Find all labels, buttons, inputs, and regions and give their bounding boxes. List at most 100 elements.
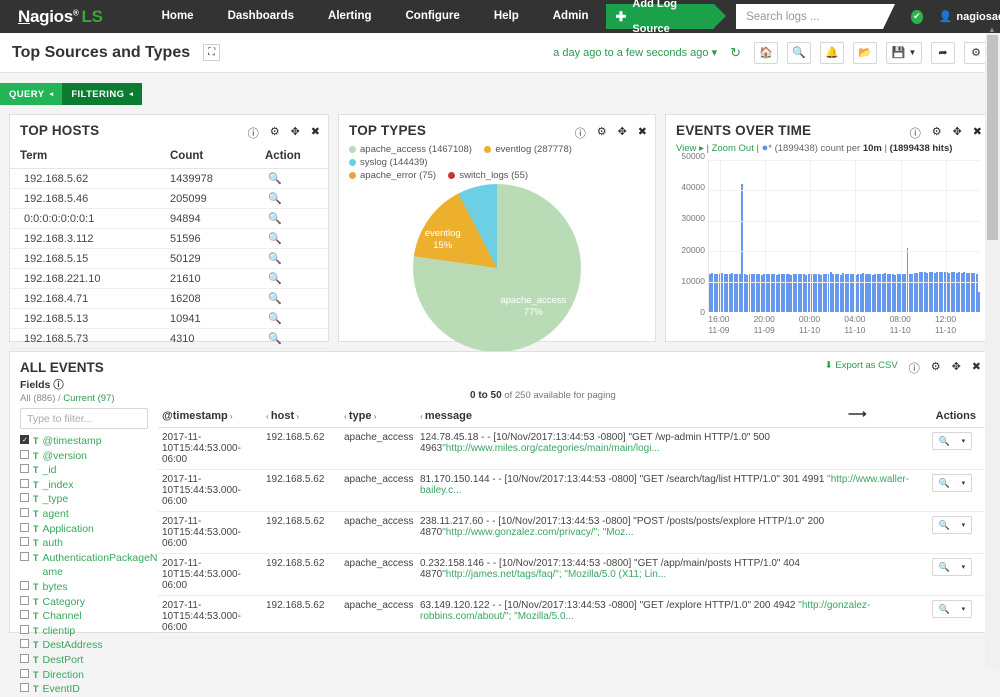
field-list-item[interactable]: Tauth bbox=[20, 536, 158, 551]
check-circle-icon[interactable]: ✔ bbox=[911, 10, 923, 24]
table-row[interactable]: 192.168.5.46205099🔍 bbox=[10, 189, 328, 209]
column-message[interactable]: ‹ message bbox=[416, 408, 916, 428]
gear-icon[interactable]: ⚙ bbox=[931, 360, 941, 373]
nav-item-help[interactable]: Help bbox=[477, 0, 536, 33]
field-list-item[interactable]: TCategory bbox=[20, 595, 158, 610]
field-list-item[interactable]: T_type bbox=[20, 492, 158, 507]
table-row[interactable]: 192.168.5.1550129🔍 bbox=[10, 249, 328, 269]
search-logs-input[interactable]: Search logs ... bbox=[736, 4, 883, 29]
field-list-item[interactable]: TDestPort bbox=[20, 653, 158, 668]
field-list-item[interactable]: TDestAddress bbox=[20, 638, 158, 653]
all-fields-count[interactable]: All (886) bbox=[20, 393, 55, 404]
event-action-button[interactable]: 🔍▾ bbox=[932, 516, 972, 534]
top-types-pie-chart[interactable]: apache_access77% eventlog15% bbox=[413, 184, 581, 352]
move-icon[interactable]: ✥ bbox=[953, 125, 962, 141]
field-list-item[interactable]: T@timestamp bbox=[20, 434, 158, 449]
field-list-item[interactable]: TEventID bbox=[20, 682, 158, 697]
move-icon[interactable]: ✥ bbox=[618, 125, 627, 141]
field-list-item[interactable]: Tclientip bbox=[20, 624, 158, 639]
info-icon[interactable]: ⓘ bbox=[53, 379, 64, 391]
table-row[interactable]: 192.168.5.1310941🔍 bbox=[10, 309, 328, 329]
time-range-selector[interactable]: a day ago to a few seconds ago ▾ bbox=[553, 46, 717, 59]
share-button[interactable]: ➦ bbox=[931, 42, 955, 64]
field-checkbox[interactable] bbox=[20, 523, 29, 532]
field-checkbox[interactable] bbox=[20, 537, 29, 546]
search-icon[interactable]: 🔍 bbox=[255, 189, 328, 209]
legend-item[interactable]: apache_error (75) bbox=[349, 169, 436, 182]
query-tab[interactable]: QUERY ◂ bbox=[0, 83, 62, 105]
field-checkbox[interactable] bbox=[20, 610, 29, 619]
field-checkbox[interactable] bbox=[20, 669, 29, 678]
scrollbar-thumb[interactable] bbox=[987, 35, 998, 240]
field-list-item[interactable]: T_id bbox=[20, 463, 158, 478]
gear-icon[interactable]: ⚙ bbox=[932, 125, 942, 141]
field-checkbox[interactable] bbox=[20, 683, 29, 692]
search-icon[interactable]: 🔍 bbox=[255, 309, 328, 329]
column-type[interactable]: ‹ type › bbox=[340, 408, 416, 428]
chevron-down-icon[interactable]: ▾ bbox=[962, 605, 966, 613]
chevron-down-icon[interactable]: ▾ bbox=[962, 437, 966, 445]
chevron-down-icon[interactable]: ▾ bbox=[962, 479, 966, 487]
close-icon[interactable]: ✖ bbox=[311, 125, 320, 141]
gear-icon[interactable]: ⚙ bbox=[597, 125, 607, 141]
nav-item-dashboards[interactable]: Dashboards bbox=[211, 0, 311, 33]
alerts-button[interactable]: 🔔 bbox=[820, 42, 844, 64]
search-icon[interactable]: 🔍 bbox=[255, 329, 328, 349]
scroll-up-icon[interactable]: ▲ bbox=[988, 25, 996, 34]
field-checkbox[interactable] bbox=[20, 435, 29, 444]
field-checkbox[interactable] bbox=[20, 625, 29, 634]
close-icon[interactable]: ✖ bbox=[972, 360, 981, 373]
info-icon[interactable]: ⓘ bbox=[909, 360, 920, 376]
save-dashboard-button[interactable]: 💾▼ bbox=[886, 42, 922, 64]
close-icon[interactable]: ✖ bbox=[973, 125, 982, 141]
field-list-item[interactable]: T_index bbox=[20, 478, 158, 493]
legend-item[interactable]: syslog (144439) bbox=[349, 156, 428, 169]
refresh-icon[interactable]: ↻ bbox=[730, 45, 741, 61]
table-row[interactable]: 192.168.221.1021610🔍 bbox=[10, 269, 328, 289]
table-row[interactable]: 2017-11-10T15:44:53.000-06:00192.168.5.6… bbox=[158, 512, 990, 554]
event-action-button[interactable]: 🔍▾ bbox=[932, 474, 972, 492]
field-filter-input[interactable]: Type to filter... bbox=[20, 408, 148, 429]
events-over-time-chart[interactable]: 01000020000300004000050000 16:0011-0920:… bbox=[672, 156, 984, 336]
close-icon[interactable]: ✖ bbox=[638, 125, 647, 141]
nav-item-configure[interactable]: Configure bbox=[389, 0, 477, 33]
open-dashboard-button[interactable]: 📂 bbox=[853, 42, 877, 64]
field-list-item[interactable]: TApplication bbox=[20, 522, 158, 537]
event-action-button[interactable]: 🔍▾ bbox=[932, 432, 972, 450]
legend-item[interactable]: eventlog (287778) bbox=[484, 143, 572, 156]
table-row[interactable]: 2017-11-10T15:44:53.000-06:00192.168.5.6… bbox=[158, 554, 990, 596]
search-button[interactable]: 🔍 bbox=[787, 42, 811, 64]
filtering-tab[interactable]: FILTERING ◂ bbox=[62, 83, 142, 105]
field-checkbox[interactable] bbox=[20, 581, 29, 590]
table-row[interactable]: 2017-11-10T15:44:53.000-06:00192.168.5.6… bbox=[158, 428, 990, 470]
field-list-item[interactable]: TDirection bbox=[20, 668, 158, 683]
nav-item-admin[interactable]: Admin bbox=[536, 0, 606, 33]
search-icon[interactable]: 🔍 bbox=[255, 229, 328, 249]
table-row[interactable]: 192.168.4.7116208🔍 bbox=[10, 289, 328, 309]
table-row[interactable]: 192.168.5.621439978🔍 bbox=[10, 169, 328, 189]
legend-item[interactable]: switch_logs (55) bbox=[448, 169, 528, 182]
field-checkbox[interactable] bbox=[20, 654, 29, 663]
chevron-down-icon[interactable]: ▾ bbox=[962, 563, 966, 571]
interval-label[interactable]: 10m bbox=[863, 143, 882, 154]
table-row[interactable]: 192.168.3.11251596🔍 bbox=[10, 229, 328, 249]
expand-arrows-icon[interactable]: ⛶ bbox=[203, 44, 220, 61]
field-checkbox[interactable] bbox=[20, 479, 29, 488]
export-csv-button[interactable]: ⬇ Export as CSV bbox=[825, 360, 898, 371]
event-action-button[interactable]: 🔍▾ bbox=[932, 600, 972, 618]
field-list-item[interactable]: TAuthenticationPackageName bbox=[20, 551, 158, 580]
field-checkbox[interactable] bbox=[20, 450, 29, 459]
legend-item[interactable]: apache_access (1467108) bbox=[349, 143, 472, 156]
add-log-source-button[interactable]: ✚ Add Log Source bbox=[606, 4, 715, 29]
chevron-down-icon[interactable]: ▾ bbox=[962, 521, 966, 529]
search-icon[interactable]: 🔍 bbox=[255, 249, 328, 269]
info-icon[interactable]: ⓘ bbox=[248, 125, 259, 141]
column-host[interactable]: ‹ host › bbox=[262, 408, 340, 428]
current-fields-count[interactable]: Current (97) bbox=[63, 393, 114, 404]
field-checkbox[interactable] bbox=[20, 493, 29, 502]
field-checkbox[interactable] bbox=[20, 596, 29, 605]
arrow-right-icon[interactable]: ⟶ bbox=[848, 406, 867, 422]
brand-logo[interactable]: Nagios®LS bbox=[0, 7, 103, 27]
table-row[interactable]: 192.168.5.734310🔍 bbox=[10, 329, 328, 349]
page-scrollbar[interactable]: ▲ bbox=[985, 33, 1000, 669]
